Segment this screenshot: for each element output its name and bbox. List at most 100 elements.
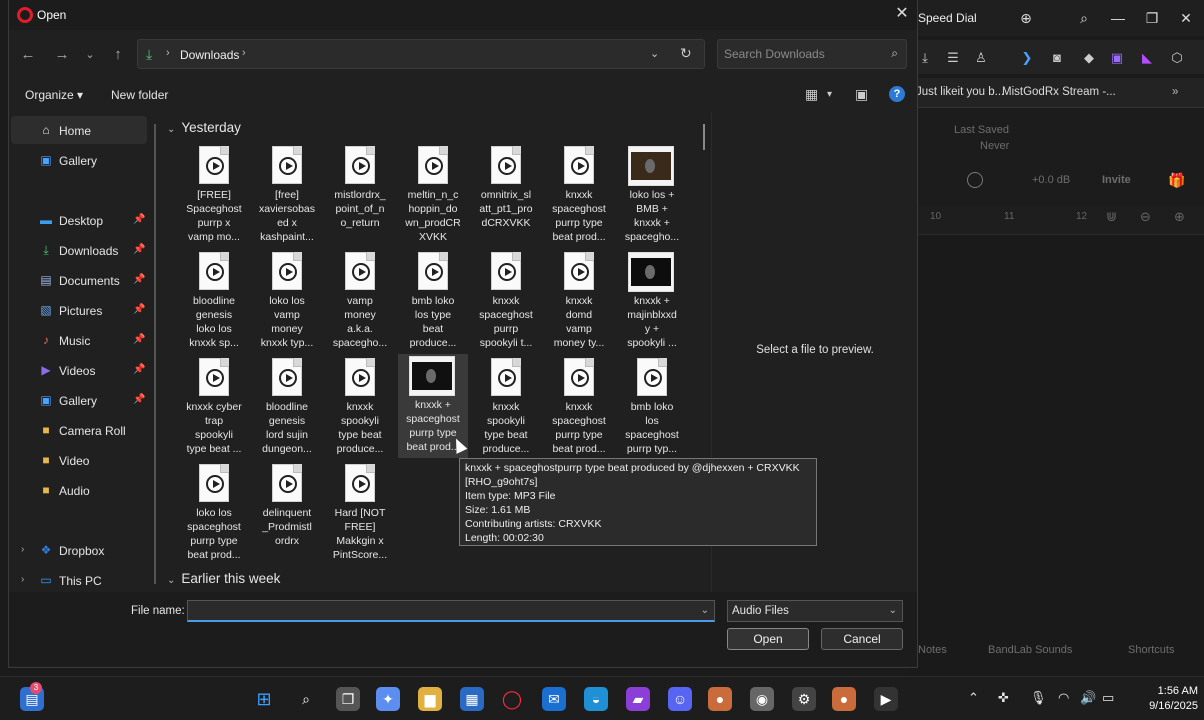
file-item[interactable]: knxxk domd vamp money ty... xyxy=(544,250,614,354)
file-item[interactable]: vamp money a.k.a. spacegho... xyxy=(325,250,395,354)
camera-icon[interactable]: ◉ xyxy=(750,687,774,711)
file-item[interactable]: [FREE] Spaceghost purrp x vamp mo... xyxy=(179,144,249,248)
notes-tab[interactable]: Notes xyxy=(918,644,947,656)
sidebar-item-this-pc[interactable]: › ▭ This PC xyxy=(11,566,147,594)
bandlab-sounds-tab[interactable]: BandLab Sounds xyxy=(988,644,1072,656)
preview-pane-icon[interactable]: ▣ xyxy=(855,86,868,103)
sidebar-item-desktop[interactable]: ▬ Desktop 📌 xyxy=(11,206,147,234)
invite-button[interactable]: Invite xyxy=(1102,174,1131,186)
zoom-out-icon[interactable]: ⊖ xyxy=(1140,209,1151,225)
search-input[interactable] xyxy=(724,45,874,63)
chevron-down-icon[interactable]: ▾ xyxy=(827,89,832,100)
address-bar[interactable]: ⤓ › Downloads › ⌄ ↻ xyxy=(137,39,705,69)
file-item[interactable]: loko los spaceghost purrp type beat prod… xyxy=(179,462,249,566)
maximize-icon[interactable]: ❐ xyxy=(1142,8,1162,28)
sidebar-item-dropbox[interactable]: › ❖ Dropbox xyxy=(11,536,147,564)
file-item[interactable]: knxxk spookyli type beat produce... xyxy=(471,356,541,460)
extension-icon[interactable]: ❯ xyxy=(1018,49,1036,67)
organize-button[interactable]: Organize ▾ xyxy=(25,88,83,102)
file-item[interactable]: delinquent _Prodmistl ordrx xyxy=(252,462,322,566)
sidebar-item-home[interactable]: ⌂ Home xyxy=(11,116,147,144)
download-icon[interactable]: ⤓ xyxy=(916,49,934,67)
search-tabs-icon[interactable]: ⌕ xyxy=(1074,8,1094,28)
store-icon[interactable]: ▦ xyxy=(460,687,484,711)
file-explorer-icon[interactable]: ▆ xyxy=(418,687,442,711)
new-tab-icon[interactable]: ⊕ xyxy=(1016,8,1036,28)
microphone-icon[interactable]: 🎙 xyxy=(1030,690,1047,706)
file-item[interactable]: knxxk + majinblxxd y + spookyli ... xyxy=(617,250,687,354)
discord-icon[interactable]: ☺ xyxy=(668,687,692,711)
volume-icon[interactable]: 🔊 xyxy=(1080,690,1096,706)
file-item[interactable]: knxxk cyber trap spookyli type beat ... xyxy=(179,356,249,460)
chevron-down-icon[interactable]: ⌄ xyxy=(650,47,659,60)
extension-icon[interactable]: ◣ xyxy=(1138,49,1156,67)
menu-icon[interactable]: ☰ xyxy=(944,49,962,67)
system-clock[interactable]: 1:56 AM 9/16/2025 xyxy=(1126,684,1198,714)
refresh-icon[interactable]: ↻ xyxy=(680,45,692,62)
expand-chevron-icon[interactable]: › xyxy=(21,544,24,555)
group-header-yesterday[interactable]: ⌄ Yesterday xyxy=(167,120,241,135)
app-icon[interactable]: ● xyxy=(708,687,732,711)
breadcrumb-downloads[interactable]: Downloads xyxy=(180,48,239,62)
opera-icon[interactable]: ◯ xyxy=(500,687,524,711)
sidebar-item-gallery[interactable]: ▣ Gallery xyxy=(11,146,147,174)
wifi-icon[interactable]: ◠ xyxy=(1058,690,1069,706)
steam-icon[interactable]: ⚙ xyxy=(792,687,816,711)
file-name-field[interactable]: ⌄ xyxy=(187,600,715,622)
cube-icon[interactable]: ⬡ xyxy=(1168,49,1186,67)
search-box[interactable]: ⌕ xyxy=(717,39,907,69)
sidebar-scrollbar[interactable] xyxy=(154,124,156,584)
twitch-icon[interactable]: ▣ xyxy=(1108,49,1126,67)
group-header-earlier-this-week[interactable]: ⌄ Earlier this week xyxy=(167,571,280,586)
bookmarks-overflow-icon[interactable]: » xyxy=(1172,86,1178,98)
file-item[interactable]: knxxk spaceghost purrp type beat prod... xyxy=(544,356,614,460)
breadcrumb-separator[interactable]: › xyxy=(242,47,246,59)
help-icon[interactable]: ? xyxy=(889,86,905,102)
gift-icon[interactable]: 🎁 xyxy=(1168,172,1185,189)
sidebar-item-pictures[interactable]: ▧ Pictures 📌 xyxy=(11,296,147,324)
shortcuts-tab[interactable]: Shortcuts xyxy=(1128,644,1174,656)
sidebar-item-camera-roll[interactable]: ■ Camera Roll xyxy=(11,416,147,444)
sidebar-item-documents[interactable]: ▤ Documents 📌 xyxy=(11,266,147,294)
view-options-icon[interactable]: ▦ xyxy=(805,86,818,103)
up-arrow-icon[interactable]: ↑ xyxy=(107,44,129,66)
profile-icon[interactable]: ♙ xyxy=(972,49,990,67)
close-icon[interactable]: ✕ xyxy=(891,3,913,25)
file-item[interactable]: meltin_n_c hoppin_do wn_prodCR XVKK xyxy=(398,144,468,248)
file-item[interactable]: Hard [NOT FREE] Makkgin x PintScore... xyxy=(325,462,395,566)
file-item[interactable]: knxxk spaceghost purrp type beat prod... xyxy=(544,144,614,248)
search-icon[interactable]: ⌕ xyxy=(891,46,898,61)
new-folder-button[interactable]: New folder xyxy=(111,88,168,102)
sidebar-item-downloads[interactable]: ⤓ Downloads 📌 xyxy=(11,236,147,264)
sidebar-item-gallery[interactable]: ▣ Gallery 📌 xyxy=(11,386,147,414)
app-icon[interactable]: ● xyxy=(832,687,856,711)
tray-app-icon[interactable]: ✜ xyxy=(998,690,1009,706)
file-item[interactable]: bmb loko los type beat produce... xyxy=(398,250,468,354)
copilot-icon[interactable]: ✦ xyxy=(376,687,400,711)
expand-chevron-icon[interactable]: › xyxy=(21,574,24,585)
app-icon[interactable]: ▰ xyxy=(626,687,650,711)
sidebar-item-videos[interactable]: ▶ Videos 📌 xyxy=(11,356,147,384)
sidebar-item-music[interactable]: ♪ Music 📌 xyxy=(11,326,147,354)
file-item[interactable]: bloodline genesis lord sujin dungeon... xyxy=(252,356,322,460)
media-player-icon[interactable]: ▶ xyxy=(874,687,898,711)
start-windows-icon[interactable]: ⊞ xyxy=(252,687,276,711)
outlook-icon[interactable]: ✉ xyxy=(542,687,566,711)
forward-arrow-icon[interactable]: → xyxy=(51,44,73,66)
close-icon[interactable]: ✕ xyxy=(1176,8,1196,28)
file-item[interactable]: loko los + BMB + knxxk + spacegho... xyxy=(617,144,687,248)
file-type-select[interactable]: Audio Files ⌄ xyxy=(727,600,903,622)
magnet-icon[interactable]: ⋓ xyxy=(1106,209,1117,225)
file-item[interactable]: [free] xaviersobas ed x kashpaint... xyxy=(252,144,322,248)
recent-locations-chevron-icon[interactable]: ⌄ xyxy=(79,44,101,66)
file-name-input[interactable] xyxy=(192,603,692,619)
browser-tab-title[interactable]: Speed Dial xyxy=(918,11,977,25)
extension-icon[interactable]: ◆ xyxy=(1080,49,1098,67)
bookmark-item[interactable]: MistGodRx Stream -... xyxy=(1002,86,1116,98)
file-item[interactable]: knxxk spaceghost purrp spookyli t... xyxy=(471,250,541,354)
task-view-icon[interactable]: ❐ xyxy=(336,687,360,711)
minimize-icon[interactable]: — xyxy=(1108,8,1128,28)
file-list-scrollbar[interactable] xyxy=(703,124,705,150)
file-item[interactable]: mistlordrx_ point_of_n o_return xyxy=(325,144,395,248)
volume-knob[interactable] xyxy=(967,172,983,188)
